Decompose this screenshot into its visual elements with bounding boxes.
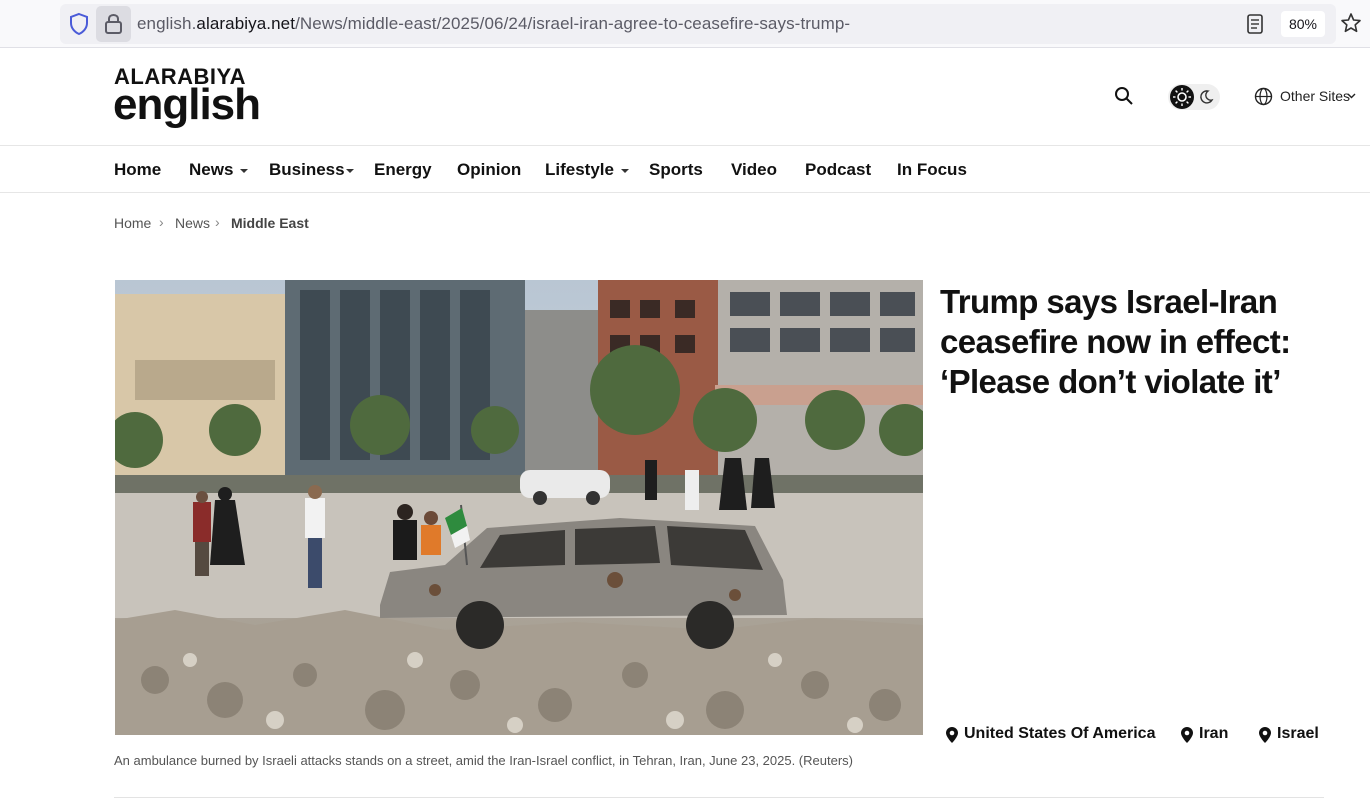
article-hero-image <box>115 280 923 735</box>
nav-item-news[interactable]: News <box>189 160 233 180</box>
location-pin-icon <box>1259 727 1271 743</box>
nav-item-podcast[interactable]: Podcast <box>805 160 871 180</box>
nav-news-dropdown-caret[interactable] <box>240 169 248 173</box>
location-pin-icon <box>1181 727 1193 743</box>
moon-icon <box>1200 90 1214 104</box>
location-pin-icon <box>946 727 958 743</box>
article-headline: Trump says Israel-Iran ceasefire now in … <box>940 283 1291 400</box>
site-info-button[interactable] <box>96 6 131 42</box>
divider <box>114 797 1324 798</box>
main-navigation: Home News Business Energy Opinion Lifest… <box>0 145 1370 193</box>
nav-item-in-focus[interactable]: In Focus <box>897 160 967 180</box>
nav-item-business[interactable]: Business <box>269 160 345 180</box>
theme-toggle[interactable] <box>1168 84 1220 110</box>
chevron-down-icon[interactable] <box>1347 93 1356 99</box>
image-caption: An ambulance burned by Israeli attacks s… <box>114 753 853 768</box>
nav-item-energy[interactable]: Energy <box>374 160 432 180</box>
nav-business-dropdown-caret[interactable] <box>346 169 354 173</box>
zoom-level-button[interactable]: 80% <box>1281 11 1325 37</box>
shield-icon[interactable] <box>68 12 90 36</box>
url-domain: alarabiya.net <box>196 14 296 33</box>
sun-icon <box>1170 85 1194 109</box>
url-path: /News/middle-east/2025/06/24/israel-iran… <box>295 14 851 33</box>
star-icon[interactable] <box>1340 12 1362 34</box>
nav-item-opinion[interactable]: Opinion <box>457 160 521 180</box>
other-sites-menu[interactable]: Other Sites <box>1280 88 1350 104</box>
breadcrumb-middle-east[interactable]: Middle East <box>231 215 309 231</box>
reader-view-icon[interactable] <box>1246 13 1264 35</box>
browser-toolbar: english.alarabiya.net/News/middle-east/2… <box>0 0 1370 48</box>
url-text[interactable]: english.alarabiya.net/News/middle-east/2… <box>137 14 850 34</box>
site-logo[interactable]: english <box>113 80 261 130</box>
search-icon[interactable] <box>1114 86 1134 106</box>
globe-icon[interactable] <box>1254 87 1273 106</box>
breadcrumb-news[interactable]: News <box>175 215 210 231</box>
breadcrumb-separator: › <box>215 214 220 230</box>
nav-item-video[interactable]: Video <box>731 160 777 180</box>
breadcrumb-home[interactable]: Home <box>114 215 151 231</box>
tag-label: United States Of America <box>964 725 1156 742</box>
nav-item-sports[interactable]: Sports <box>649 160 703 180</box>
tag-label: Iran <box>1199 725 1229 742</box>
tag-label: Israel <box>1277 725 1319 742</box>
nav-item-home[interactable]: Home <box>114 160 161 180</box>
url-prefix: english. <box>137 14 197 33</box>
lock-icon <box>105 13 122 34</box>
breadcrumb-separator: › <box>159 214 164 230</box>
nav-lifestyle-dropdown-caret[interactable] <box>621 169 629 173</box>
nav-item-lifestyle[interactable]: Lifestyle <box>545 160 614 180</box>
